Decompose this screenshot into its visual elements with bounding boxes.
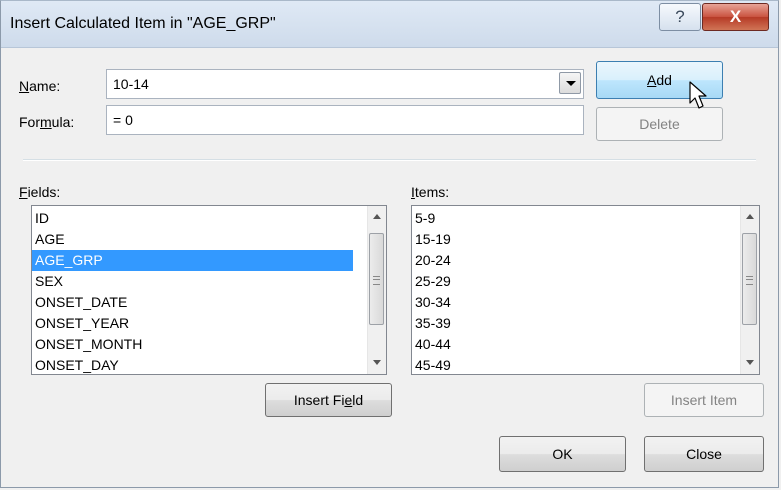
ok-button[interactable]: OK (499, 436, 626, 472)
help-icon: ? (675, 7, 685, 26)
list-item[interactable]: ONSET_YEAR (32, 313, 386, 334)
list-item[interactable]: SEX (32, 271, 386, 292)
formula-value: = 0 (113, 112, 133, 128)
list-item[interactable]: ONSET_DATE (32, 292, 386, 313)
insert-field-button[interactable]: Insert Field (265, 383, 392, 417)
list-item[interactable]: ONSET_DAY (32, 355, 386, 374)
name-value: 10-14 (113, 76, 149, 92)
grip-icon (746, 276, 753, 285)
items-label: Items: (411, 184, 450, 200)
scroll-thumb[interactable] (742, 233, 757, 325)
scroll-down-icon[interactable] (368, 353, 386, 371)
insert-item-button[interactable]: Insert Item (644, 383, 764, 417)
chevron-down-icon[interactable] (559, 72, 581, 94)
list-item[interactable]: 40-44 (412, 334, 759, 355)
items-scrollbar[interactable] (740, 206, 759, 374)
title-bar[interactable]: Insert Calculated Item in "AGE_GRP" ? X (1, 1, 778, 48)
list-item[interactable]: 25-29 (412, 271, 759, 292)
formula-label: Formula: (19, 114, 75, 130)
name-label: Name: (19, 78, 61, 94)
grip-icon (373, 276, 380, 285)
scroll-thumb[interactable] (369, 233, 384, 325)
arrow-pointer-icon (689, 81, 707, 109)
scroll-up-icon[interactable] (368, 209, 386, 227)
help-button[interactable]: ? (659, 3, 701, 31)
list-item[interactable]: 45-49 (412, 355, 759, 374)
scroll-down-icon[interactable] (741, 353, 759, 371)
formula-input[interactable]: = 0 (106, 105, 584, 135)
list-item[interactable]: 35-39 (412, 313, 759, 334)
list-item[interactable]: AGE (32, 229, 386, 250)
scroll-up-icon[interactable] (741, 209, 759, 227)
list-item[interactable]: ID (32, 208, 386, 229)
delete-button[interactable]: Delete (596, 107, 723, 141)
fields-listbox[interactable]: ID AGE AGE_GRP SEX ONSET_DATE ONSET_YEAR ONSET… (31, 205, 387, 375)
dialog-window: Insert Calculated Item in "AGE_GRP" ? X … (0, 0, 779, 488)
list-item[interactable]: 30-34 (412, 292, 759, 313)
close-icon: X (729, 7, 742, 26)
list-item[interactable]: 5-9 (412, 208, 759, 229)
window-close-button[interactable]: X (702, 3, 769, 31)
list-item[interactable]: 20-24 (412, 250, 759, 271)
separator (23, 159, 756, 161)
close-button[interactable]: Close (644, 436, 764, 472)
items-listbox[interactable]: 5-9 15-19 20-24 25-29 30-34 35-39 40-44 45-49 (411, 205, 760, 375)
fields-scrollbar[interactable] (367, 206, 386, 374)
list-item[interactable]: 15-19 (412, 229, 759, 250)
list-item[interactable]: AGE_GRP (32, 250, 353, 271)
name-combobox[interactable]: 10-14 (106, 69, 584, 99)
fields-label: Fields: (19, 184, 61, 200)
list-item[interactable]: ONSET_MONTH (32, 334, 386, 355)
dialog-title: Insert Calculated Item in "AGE_GRP" (10, 15, 276, 32)
